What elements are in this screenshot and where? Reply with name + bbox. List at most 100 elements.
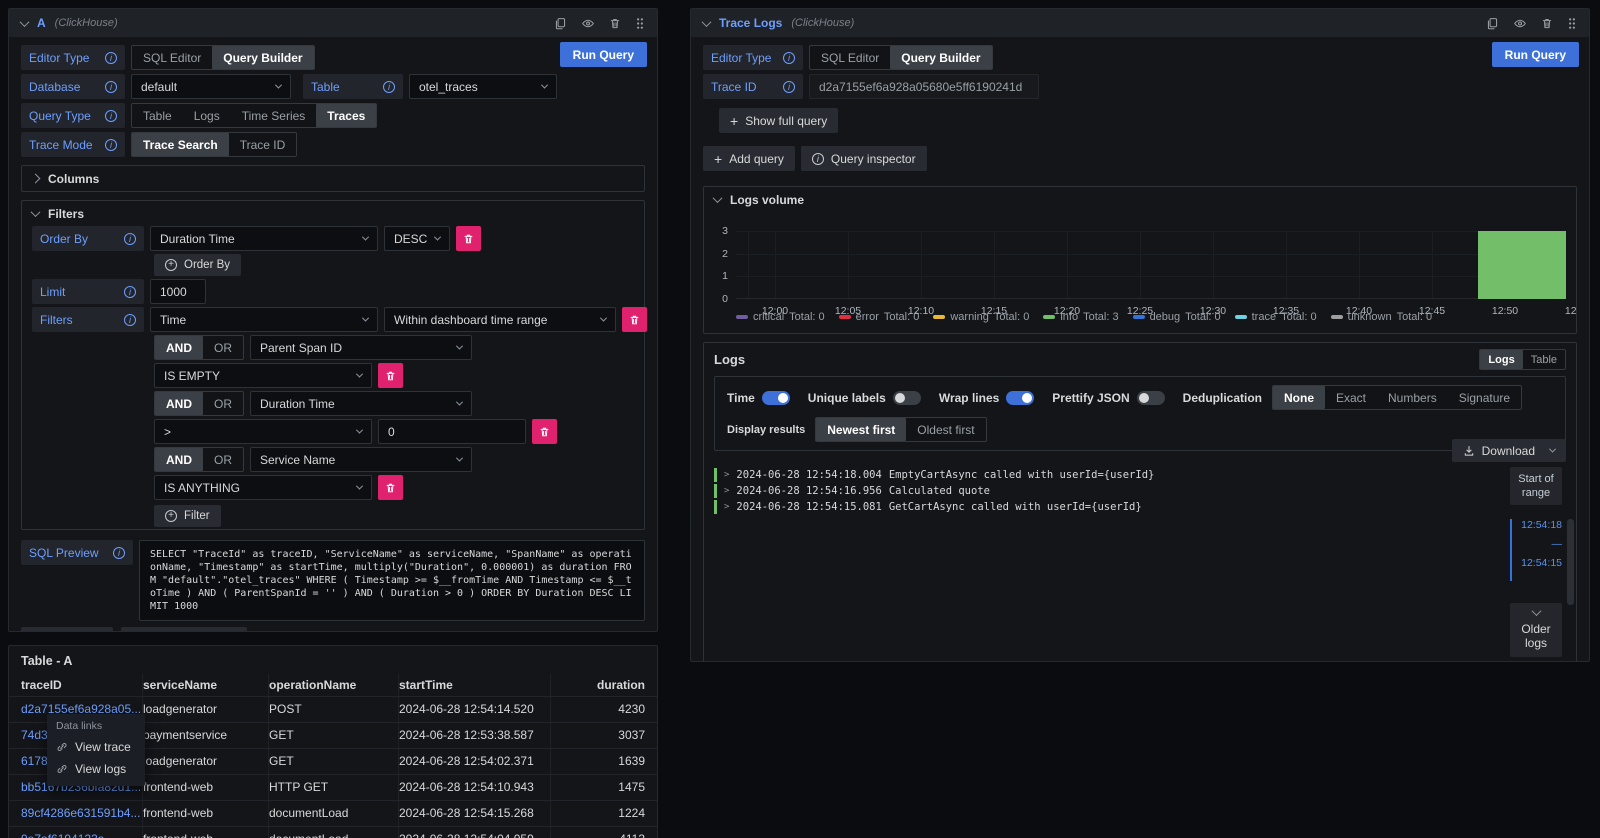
query-type-option-table[interactable]: Table [132,104,183,127]
logs-scrollbar[interactable] [1567,519,1574,605]
order-by-direction-select[interactable]: DESC [384,226,450,251]
info-logs-bar[interactable] [1478,231,1566,299]
column-header-starttime[interactable]: startTime [399,674,551,696]
trace-id-link[interactable]: 89cf4286e631591b4... [21,801,143,826]
run-query-button[interactable]: Run Query [560,42,647,67]
editor-type-option-sql-editor[interactable]: SQL Editor [810,46,890,69]
remove-condition-2-button[interactable] [532,419,557,444]
download-button[interactable]: Download [1452,439,1566,462]
query-type-option-traces[interactable]: Traces [316,104,376,127]
condition-2-operator-select[interactable]: > [154,419,372,444]
condition-2-value-input[interactable] [378,419,526,444]
delete-query-icon[interactable] [1541,17,1553,30]
condition-3-operator-select[interactable]: IS ANYTHING [154,475,372,500]
trace-logs-datasource: (ClickHouse) [791,17,854,29]
view-trace-menu-item[interactable]: View trace [47,736,145,758]
drag-handle-icon[interactable] [1567,17,1577,30]
display-option-newest-first[interactable]: Newest first [816,418,906,441]
condition-2-field-select[interactable]: Duration Time [250,391,472,416]
trace-id-input[interactable]: d2a7155ef6a928a05680e5ff6190241d [809,74,1039,99]
order-by-field-select[interactable]: Duration Time [150,226,378,251]
dedup-option-none[interactable]: None [1273,386,1325,409]
logs-volume-header[interactable]: Logs volume [704,187,1576,212]
column-header-operationname[interactable]: operationName [269,674,399,696]
add-query-button[interactable]: Add query [703,146,795,171]
or-option[interactable]: OR [203,336,243,359]
unique-labels-switch[interactable] [893,391,921,405]
remove-time-filter-button[interactable] [622,307,647,332]
dedup-option-signature[interactable]: Signature [1448,386,1521,409]
condition-1-field-select[interactable]: Parent Span ID [250,335,472,360]
add-filter-button[interactable]: Filter [154,505,221,527]
columns-section[interactable]: Columns [21,165,645,192]
logs-view-option-table[interactable]: Table [1523,350,1565,369]
display-option-oldest-first[interactable]: Oldest first [906,418,985,441]
start-time-cell: 2024-06-28 12:54:04.059 [399,827,551,838]
filter-time-value-select[interactable]: Within dashboard time range [384,307,616,332]
trace-mode-option-trace-search[interactable]: Trace Search [132,133,229,156]
filters-section-header[interactable]: Filters [22,201,644,226]
log-row[interactable]: > 2024-06-28 12:54:15.081 GetCartAsync c… [714,499,1446,515]
and-option[interactable]: AND [155,448,203,471]
sql-preview-code: SELECT "TraceId" as traceID, "ServiceNam… [139,540,645,621]
and-option[interactable]: AND [155,392,203,415]
trace-id-link[interactable]: 9e7af6194123a... [21,827,143,838]
show-full-query-button[interactable]: Show full query [719,108,838,133]
editor-type-option-query-builder[interactable]: Query Builder [212,46,313,69]
limit-input[interactable] [150,279,206,304]
expand-chevron-icon[interactable]: > [724,470,729,480]
and-option[interactable]: AND [155,336,203,359]
chart-legend: criticalTotal: 0 errorTotal: 0 warningTo… [736,311,1576,323]
log-row[interactable]: > 2024-06-28 12:54:16.956 Calculated quo… [714,483,1446,499]
wrap-lines-switch[interactable] [1006,391,1034,405]
column-header-duration[interactable]: duration [551,674,657,696]
start-time-cell: 2024-06-28 12:54:15.268 [399,801,551,826]
query-inspector-button[interactable]: Query inspector [121,627,247,632]
query-type-option-time-series[interactable]: Time Series [231,104,317,127]
add-order-by-button[interactable]: Order By [154,254,241,276]
remove-condition-3-button[interactable] [378,475,403,500]
logs-view-option-logs[interactable]: Logs [1480,350,1522,369]
plot-area: 12:00 12:05 12:10 12:15 12:20 12:25 12:3… [736,231,1566,299]
operation-name-cell: GET [269,749,399,774]
log-row[interactable]: > 2024-06-28 12:54:18.004 EmptyCartAsync… [714,467,1446,483]
column-header-traceid[interactable]: traceID [21,674,143,696]
editor-type-option-sql-editor[interactable]: SQL Editor [132,46,212,69]
older-logs-button[interactable]: Older logs [1510,603,1562,657]
or-option[interactable]: OR [203,448,243,471]
view-logs-menu-item[interactable]: View logs [47,758,145,780]
condition-1-operator-select[interactable]: IS EMPTY [154,363,372,388]
filter-time-field-select[interactable]: Time [150,307,378,332]
trace-mode-option-trace-id[interactable]: Trace ID [229,133,297,156]
query-inspector-button[interactable]: Query inspector [801,146,927,171]
dedup-option-numbers[interactable]: Numbers [1377,386,1448,409]
condition-3-field-select[interactable]: Service Name [250,447,472,472]
time-switch[interactable] [762,391,790,405]
remove-order-by-button[interactable] [456,226,481,251]
table-select[interactable]: otel_traces [409,74,557,99]
info-icon [105,52,117,64]
dedup-option-exact[interactable]: Exact [1325,386,1377,409]
add-query-button[interactable]: Add query [21,627,113,632]
duration-cell: 4230 [551,697,657,722]
run-query-button[interactable]: Run Query [1492,42,1579,67]
panel-a-header: A (ClickHouse) [9,9,657,37]
hide-response-eye-icon[interactable] [581,17,595,30]
collapse-chevron-icon[interactable] [702,17,712,27]
database-select[interactable]: default [131,74,291,99]
or-option[interactable]: OR [203,392,243,415]
hide-response-eye-icon[interactable] [1513,17,1527,30]
column-header-servicename[interactable]: serviceName [143,674,269,696]
prettify-json-switch[interactable] [1137,391,1165,405]
duplicate-query-icon[interactable] [554,17,567,30]
duplicate-query-icon[interactable] [1486,17,1499,30]
remove-condition-1-button[interactable] [378,363,403,388]
editor-type-option-query-builder[interactable]: Query Builder [890,46,991,69]
expand-chevron-icon[interactable]: > [724,486,729,496]
expand-chevron-icon[interactable]: > [724,502,729,512]
collapse-chevron-icon[interactable] [20,17,30,27]
drag-handle-icon[interactable] [635,17,645,30]
log-time-range[interactable]: 12:54:18 — 12:54:15 [1510,519,1562,581]
delete-query-icon[interactable] [609,17,621,30]
query-type-option-logs[interactable]: Logs [183,104,231,127]
